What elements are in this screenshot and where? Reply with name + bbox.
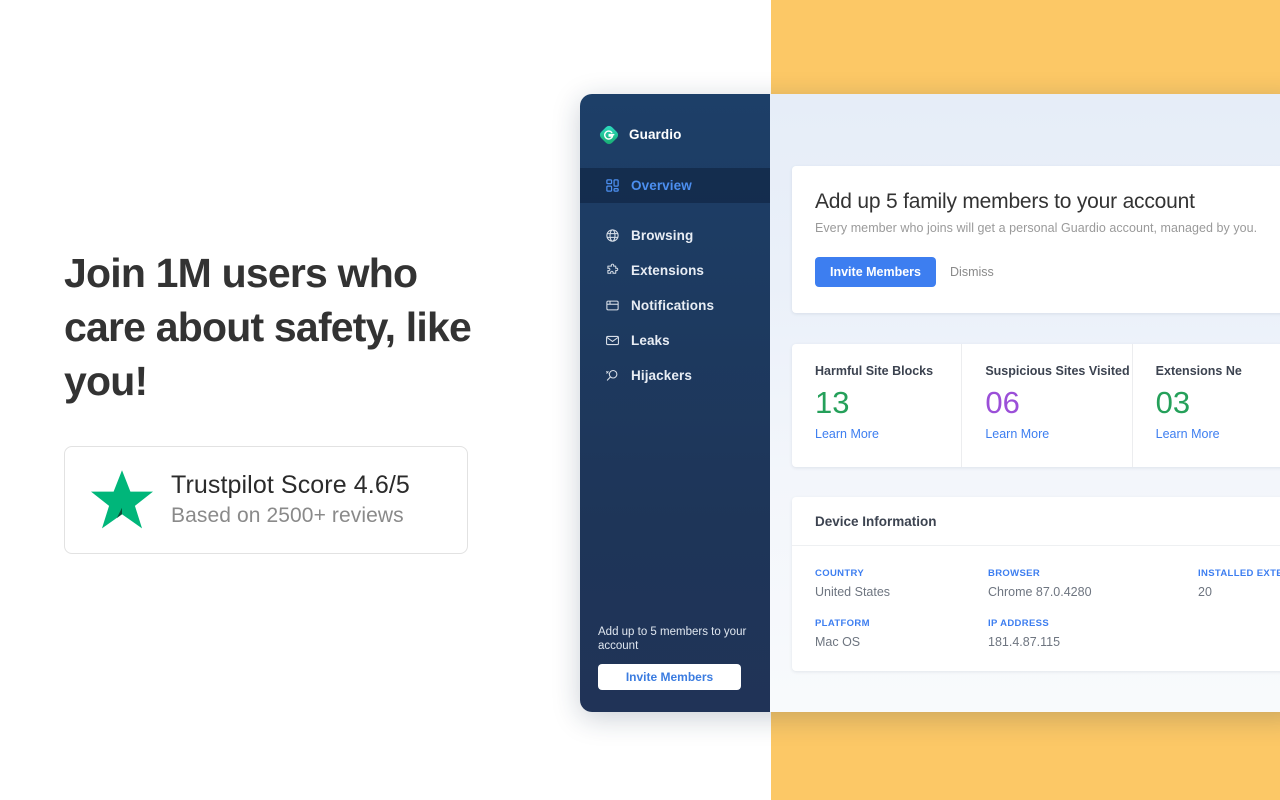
sidebar-invite-members-button[interactable]: Invite Members — [598, 664, 741, 690]
stats-card: Harmful Site Blocks 13 Learn More Suspic… — [792, 344, 1280, 467]
field-label: COUNTRY — [815, 568, 865, 579]
envelope-icon — [606, 335, 619, 346]
device-field-browser: BROWSER Chrome 87.0.4280 — [988, 568, 1198, 599]
search-person-icon — [606, 369, 618, 381]
sidebar-item-label: Leaks — [631, 333, 670, 348]
sidebar-item-hijackers[interactable]: Hijackers — [580, 358, 770, 393]
grid-icon — [606, 179, 619, 192]
brand[interactable]: Guardio — [580, 94, 770, 156]
page-root: Join 1M users who care about safety, lik… — [0, 0, 1280, 800]
banner-subtitle: Every member who joins will get a person… — [815, 221, 1258, 235]
device-field-ip-address: IP ADDRESS 181.4.87.115 — [988, 618, 1198, 649]
field-value: 181.4.87.115 — [988, 635, 1061, 649]
star-icon — [91, 470, 153, 529]
banner-actions: Invite Members Dismiss — [815, 257, 1280, 287]
sidebar-item-label: Browsing — [631, 228, 694, 243]
field-value: 20 — [1198, 585, 1212, 599]
sidebar-footer: Add up to 5 members to your account Invi… — [580, 625, 770, 690]
learn-more-link[interactable]: Learn More — [1156, 427, 1220, 441]
trustpilot-text: Trustpilot Score 4.6/5 Based on 2500+ re… — [171, 469, 410, 531]
trustpilot-card: Trustpilot Score 4.6/5 Based on 2500+ re… — [64, 446, 468, 554]
guardio-shield-logo-icon — [599, 125, 619, 144]
stat-label: Suspicious Sites Visited — [985, 364, 1130, 378]
sidebar-item-label: Hijackers — [631, 368, 692, 383]
field-label: INSTALLED EXTENS — [1198, 568, 1280, 579]
sidebar-item-extensions[interactable]: Extensions — [580, 253, 770, 288]
trustpilot-reviews: Based on 2500+ reviews — [171, 504, 404, 527]
sidebar: Guardio Overview Browsing Extensions Not… — [580, 94, 770, 712]
stat-extensions-needs-review: Extensions Ne 03 Learn More — [1133, 344, 1280, 467]
invite-members-button[interactable]: Invite Members — [815, 257, 937, 287]
device-information-grid: COUNTRY United States BROWSER Chrome 87.… — [792, 546, 1280, 671]
field-label: IP ADDRESS — [988, 618, 1050, 629]
sidebar-item-label: Notifications — [631, 298, 715, 313]
sidebar-nav: Overview Browsing Extensions Notificatio… — [580, 168, 770, 393]
stat-harmful-site-blocks: Harmful Site Blocks 13 Learn More — [792, 344, 963, 467]
field-value: Chrome 87.0.4280 — [988, 585, 1092, 599]
sidebar-item-overview[interactable]: Overview — [580, 168, 770, 203]
field-label: BROWSER — [988, 568, 1041, 579]
field-value: United States — [815, 585, 891, 599]
stat-label: Harmful Site Blocks — [815, 364, 934, 378]
app-window: Guardio Overview Browsing Extensions Not… — [580, 94, 1280, 712]
main-content: Add up 5 family members to your account … — [770, 94, 1280, 712]
device-information-card: Device Information COUNTRY United States… — [792, 497, 1280, 671]
sidebar-item-label: Overview — [631, 178, 692, 193]
page-title: Join 1M users who care about safety, lik… — [64, 250, 472, 404]
device-field-empty — [1198, 618, 1280, 649]
dismiss-button[interactable]: Dismiss — [946, 265, 998, 279]
learn-more-link[interactable]: Learn More — [985, 427, 1049, 441]
brand-name: Guardio — [629, 127, 682, 142]
sidebar-item-notifications[interactable]: Notifications — [580, 288, 770, 323]
stat-label: Extensions Ne — [1155, 364, 1242, 378]
sidebar-item-leaks[interactable]: Leaks — [580, 323, 770, 358]
sidebar-footer-text: Add up to 5 members to your account — [598, 626, 747, 652]
field-label: PLATFORM — [815, 618, 870, 629]
stat-value: 03 — [1155, 385, 1191, 420]
device-field-platform: PLATFORM Mac OS — [815, 618, 988, 649]
family-invite-banner: Add up 5 family members to your account … — [792, 166, 1280, 313]
sidebar-item-browsing[interactable]: Browsing — [580, 218, 770, 253]
banner-title: Add up 5 family members to your account — [815, 190, 1195, 213]
learn-more-link[interactable]: Learn More — [815, 427, 879, 441]
stat-value: 06 — [985, 385, 1020, 420]
field-value: Mac OS — [815, 635, 861, 649]
trustpilot-score: Trustpilot Score 4.6/5 — [171, 471, 410, 499]
sidebar-item-label: Extensions — [631, 263, 705, 278]
puzzle-piece-icon — [607, 263, 619, 274]
device-field-installed-extensions: INSTALLED EXTENS 20 — [1198, 568, 1280, 599]
globe-icon — [606, 229, 619, 242]
device-information-title: Device Information — [792, 497, 1280, 546]
device-field-country: COUNTRY United States — [815, 568, 988, 599]
stat-value: 13 — [815, 385, 850, 420]
stat-suspicious-sites-visited: Suspicious Sites Visited 06 Learn More — [962, 344, 1133, 467]
browser-window-icon — [606, 300, 619, 311]
